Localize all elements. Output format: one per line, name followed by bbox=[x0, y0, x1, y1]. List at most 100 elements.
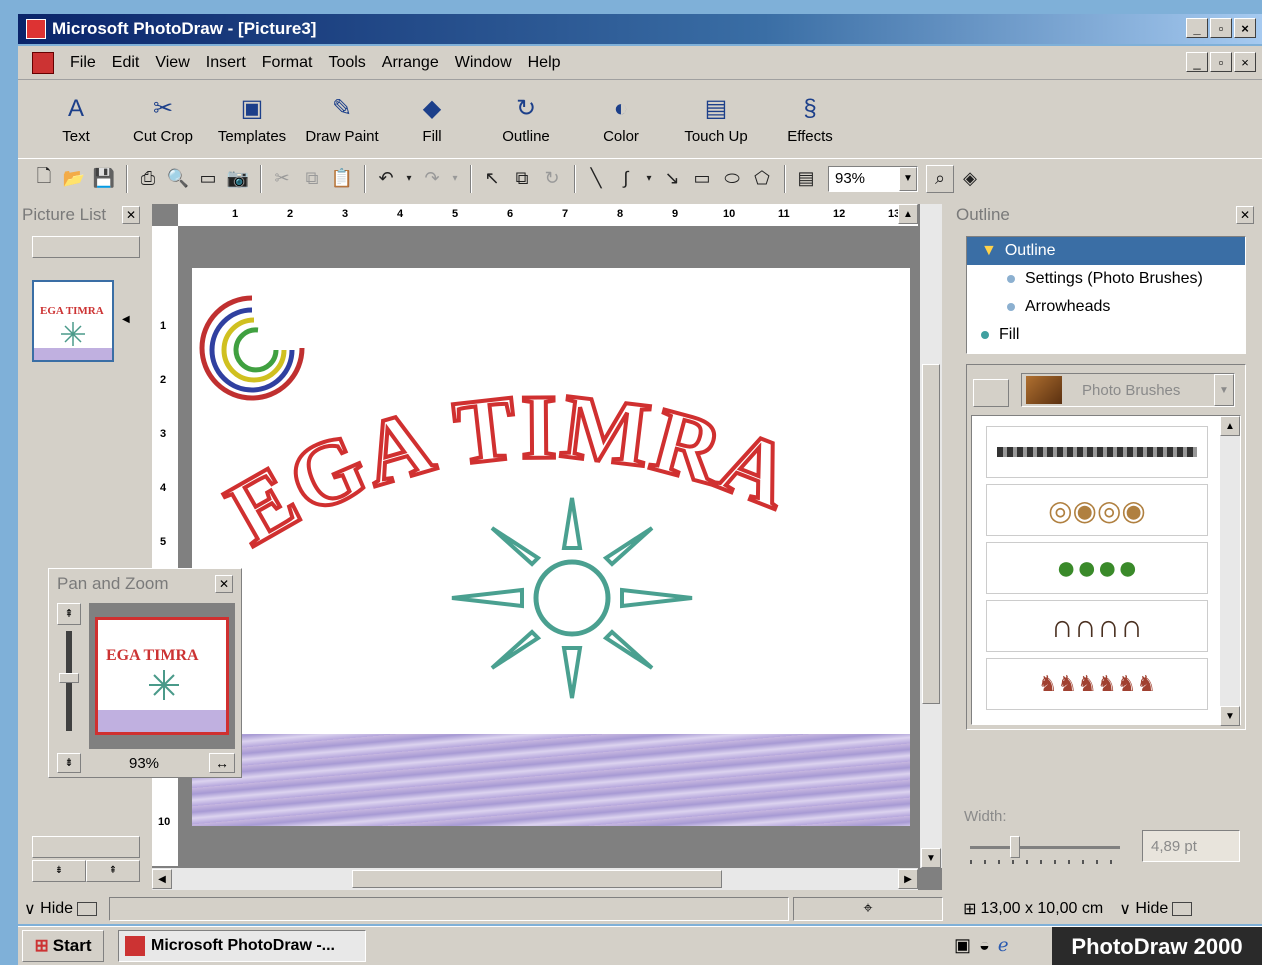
zoom-out-icon[interactable]: ⇟ bbox=[57, 753, 81, 773]
picture-canvas[interactable]: EGA TIMRA bbox=[192, 268, 910, 826]
close-button[interactable]: × bbox=[1234, 18, 1256, 38]
copy-icon[interactable]: ⧉ bbox=[298, 165, 326, 193]
tree-item-arrowheads[interactable]: Arrowheads bbox=[967, 293, 1245, 321]
fill-button[interactable]: ◆ Fill bbox=[390, 84, 474, 154]
brush-category-select[interactable]: Photo Brushes ▼ bbox=[1021, 373, 1235, 407]
menu-help[interactable]: Help bbox=[520, 54, 569, 72]
picture-list-scroll-up[interactable] bbox=[32, 236, 140, 258]
rectangle-icon[interactable]: ▭ bbox=[688, 165, 716, 193]
menu-tools[interactable]: Tools bbox=[320, 54, 373, 72]
brush-list-scrollbar[interactable]: ▲ ▼ bbox=[1220, 416, 1240, 726]
start-button[interactable]: ⊞ Start bbox=[22, 930, 104, 962]
menu-view[interactable]: View bbox=[147, 54, 197, 72]
cut-icon[interactable]: ✂ bbox=[268, 165, 296, 193]
cut-crop-button[interactable]: ✂ Cut Crop bbox=[120, 84, 206, 154]
outline-button[interactable]: ↻ Outline bbox=[478, 84, 574, 154]
text-button[interactable]: A Text bbox=[36, 84, 116, 154]
horizontal-scrollbar[interactable]: ◀ ▶ bbox=[152, 868, 918, 890]
redo-icon[interactable]: ↷ bbox=[418, 165, 446, 193]
arrange-icon[interactable]: ⧉ bbox=[508, 165, 536, 193]
undo-icon[interactable]: ↶ bbox=[372, 165, 400, 193]
scan-icon[interactable]: ▭ bbox=[194, 165, 222, 193]
menu-edit[interactable]: Edit bbox=[104, 54, 148, 72]
tree-item-fill[interactable]: Fill bbox=[967, 321, 1245, 349]
outlook-icon[interactable]: ◒ bbox=[979, 935, 990, 956]
doc-restore-button[interactable]: ▫ bbox=[1210, 52, 1232, 72]
curve-dropdown-icon[interactable]: ▾ bbox=[642, 165, 656, 193]
fit-width-icon[interactable]: ↔ bbox=[209, 753, 235, 773]
scroll-top-icon[interactable]: ⇞ bbox=[86, 860, 140, 882]
paste-icon[interactable]: 📋 bbox=[328, 165, 356, 193]
pan-zoom-preview[interactable]: EGA TIMRA bbox=[89, 603, 235, 749]
chevron-down-icon[interactable]: ▼ bbox=[899, 166, 917, 191]
menu-window[interactable]: Window bbox=[447, 54, 520, 72]
hide-picture-list-button[interactable]: ∨ Hide bbox=[18, 899, 103, 919]
menu-arrange[interactable]: Arrange bbox=[374, 54, 447, 72]
templates-button[interactable]: ▣ Templates bbox=[210, 84, 294, 154]
ellipse-icon[interactable]: ⬭ bbox=[718, 165, 746, 193]
scroll-down-icon[interactable]: ▼ bbox=[1220, 706, 1240, 726]
curve-icon[interactable]: ∫ bbox=[612, 165, 640, 193]
menu-format[interactable]: Format bbox=[254, 54, 321, 72]
zoom-magnifier-icon[interactable]: ⌕ bbox=[926, 164, 954, 193]
scroll-down-icon[interactable]: ▼ bbox=[921, 848, 941, 868]
hide-workpane-button[interactable]: ∨ Hide bbox=[1113, 899, 1198, 919]
vertical-scroll-thumb[interactable] bbox=[922, 364, 940, 704]
zoom-slider[interactable]: ⇞ bbox=[57, 603, 81, 749]
brush-gallery-icon[interactable] bbox=[973, 379, 1009, 407]
line-icon[interactable]: ╲ bbox=[582, 165, 610, 193]
menu-file[interactable]: File bbox=[62, 54, 104, 72]
ruler-corner-icon[interactable]: ▲ bbox=[898, 204, 918, 224]
text-frame-icon[interactable]: ▤ bbox=[792, 165, 820, 193]
document-icon[interactable] bbox=[32, 51, 54, 74]
redo-dropdown-icon[interactable]: ▾ bbox=[448, 165, 462, 193]
doc-minimize-button[interactable]: _ bbox=[1186, 52, 1208, 72]
draw-paint-button[interactable]: ✎ Draw Paint bbox=[298, 84, 386, 154]
effects-button[interactable]: § Effects bbox=[768, 84, 852, 154]
width-slider[interactable] bbox=[970, 834, 1120, 868]
zoom-slider-thumb[interactable] bbox=[59, 673, 79, 683]
restore-button[interactable]: ▫ bbox=[1210, 18, 1232, 38]
close-icon[interactable]: ✕ bbox=[122, 206, 140, 224]
tree-item-outline[interactable]: ▼ Outline bbox=[967, 237, 1245, 265]
scroll-bottom-icon[interactable]: ⇟ bbox=[32, 860, 86, 882]
autoshape-icon[interactable]: ⬠ bbox=[748, 165, 776, 193]
picture-list-scroll-down[interactable] bbox=[32, 836, 140, 858]
picture-thumbnail[interactable]: EGA TIMRA bbox=[32, 280, 114, 362]
internet-explorer-icon[interactable]: ℯ bbox=[998, 935, 1009, 956]
doc-close-button[interactable]: × bbox=[1234, 52, 1256, 72]
menu-insert[interactable]: Insert bbox=[198, 54, 254, 72]
width-slider-thumb[interactable] bbox=[1010, 836, 1020, 858]
scroll-up-icon[interactable]: ▲ bbox=[1220, 416, 1240, 436]
close-icon[interactable]: ✕ bbox=[1236, 206, 1254, 224]
help-book-icon[interactable]: ◈ bbox=[956, 165, 984, 193]
arrow-icon[interactable]: ↘ bbox=[658, 165, 686, 193]
scroll-right-icon[interactable]: ▶ bbox=[898, 869, 918, 889]
save-icon[interactable]: 💾 bbox=[90, 165, 118, 193]
photodraw-app-icon[interactable] bbox=[26, 19, 46, 39]
close-icon[interactable]: ✕ bbox=[215, 575, 233, 593]
pointer-icon[interactable]: ↖ bbox=[478, 165, 506, 193]
green-ball-brush[interactable]: ●●●● bbox=[986, 542, 1208, 594]
color-button[interactable]: ◐ Color bbox=[578, 84, 664, 154]
undo-dropdown-icon[interactable]: ▾ bbox=[402, 165, 416, 193]
taskbar-photodraw-item[interactable]: Microsoft PhotoDraw -... bbox=[118, 930, 366, 962]
rotate-icon[interactable]: ↻ bbox=[538, 165, 566, 193]
zoom-select[interactable]: 93% ▼ bbox=[828, 165, 918, 192]
zoom-in-icon[interactable]: ⇞ bbox=[57, 603, 81, 625]
print-preview-icon[interactable]: 🔍 bbox=[164, 165, 192, 193]
scroll-left-icon[interactable]: ◀ bbox=[152, 869, 172, 889]
minimize-button[interactable]: _ bbox=[1186, 18, 1208, 38]
chevron-down-icon[interactable]: ▼ bbox=[1214, 374, 1234, 406]
new-file-icon[interactable]: 🗋 bbox=[30, 165, 58, 193]
touch-up-button[interactable]: ▤ Touch Up bbox=[668, 84, 764, 154]
vertical-scrollbar[interactable]: ▼ bbox=[920, 204, 942, 868]
horseshoe-brush[interactable]: ∩∩∩∩ bbox=[986, 600, 1208, 652]
chain-brush[interactable] bbox=[986, 426, 1208, 478]
width-value-field[interactable]: 4,89 pt bbox=[1142, 830, 1240, 862]
camera-icon[interactable]: 📷 bbox=[224, 165, 252, 193]
open-folder-icon[interactable]: 📂 bbox=[60, 165, 88, 193]
donut-brush[interactable]: ◎◉◎◉ bbox=[986, 484, 1208, 536]
print-icon[interactable]: ⎙ bbox=[134, 165, 162, 193]
desktop-icon[interactable]: ▣ bbox=[954, 935, 971, 956]
